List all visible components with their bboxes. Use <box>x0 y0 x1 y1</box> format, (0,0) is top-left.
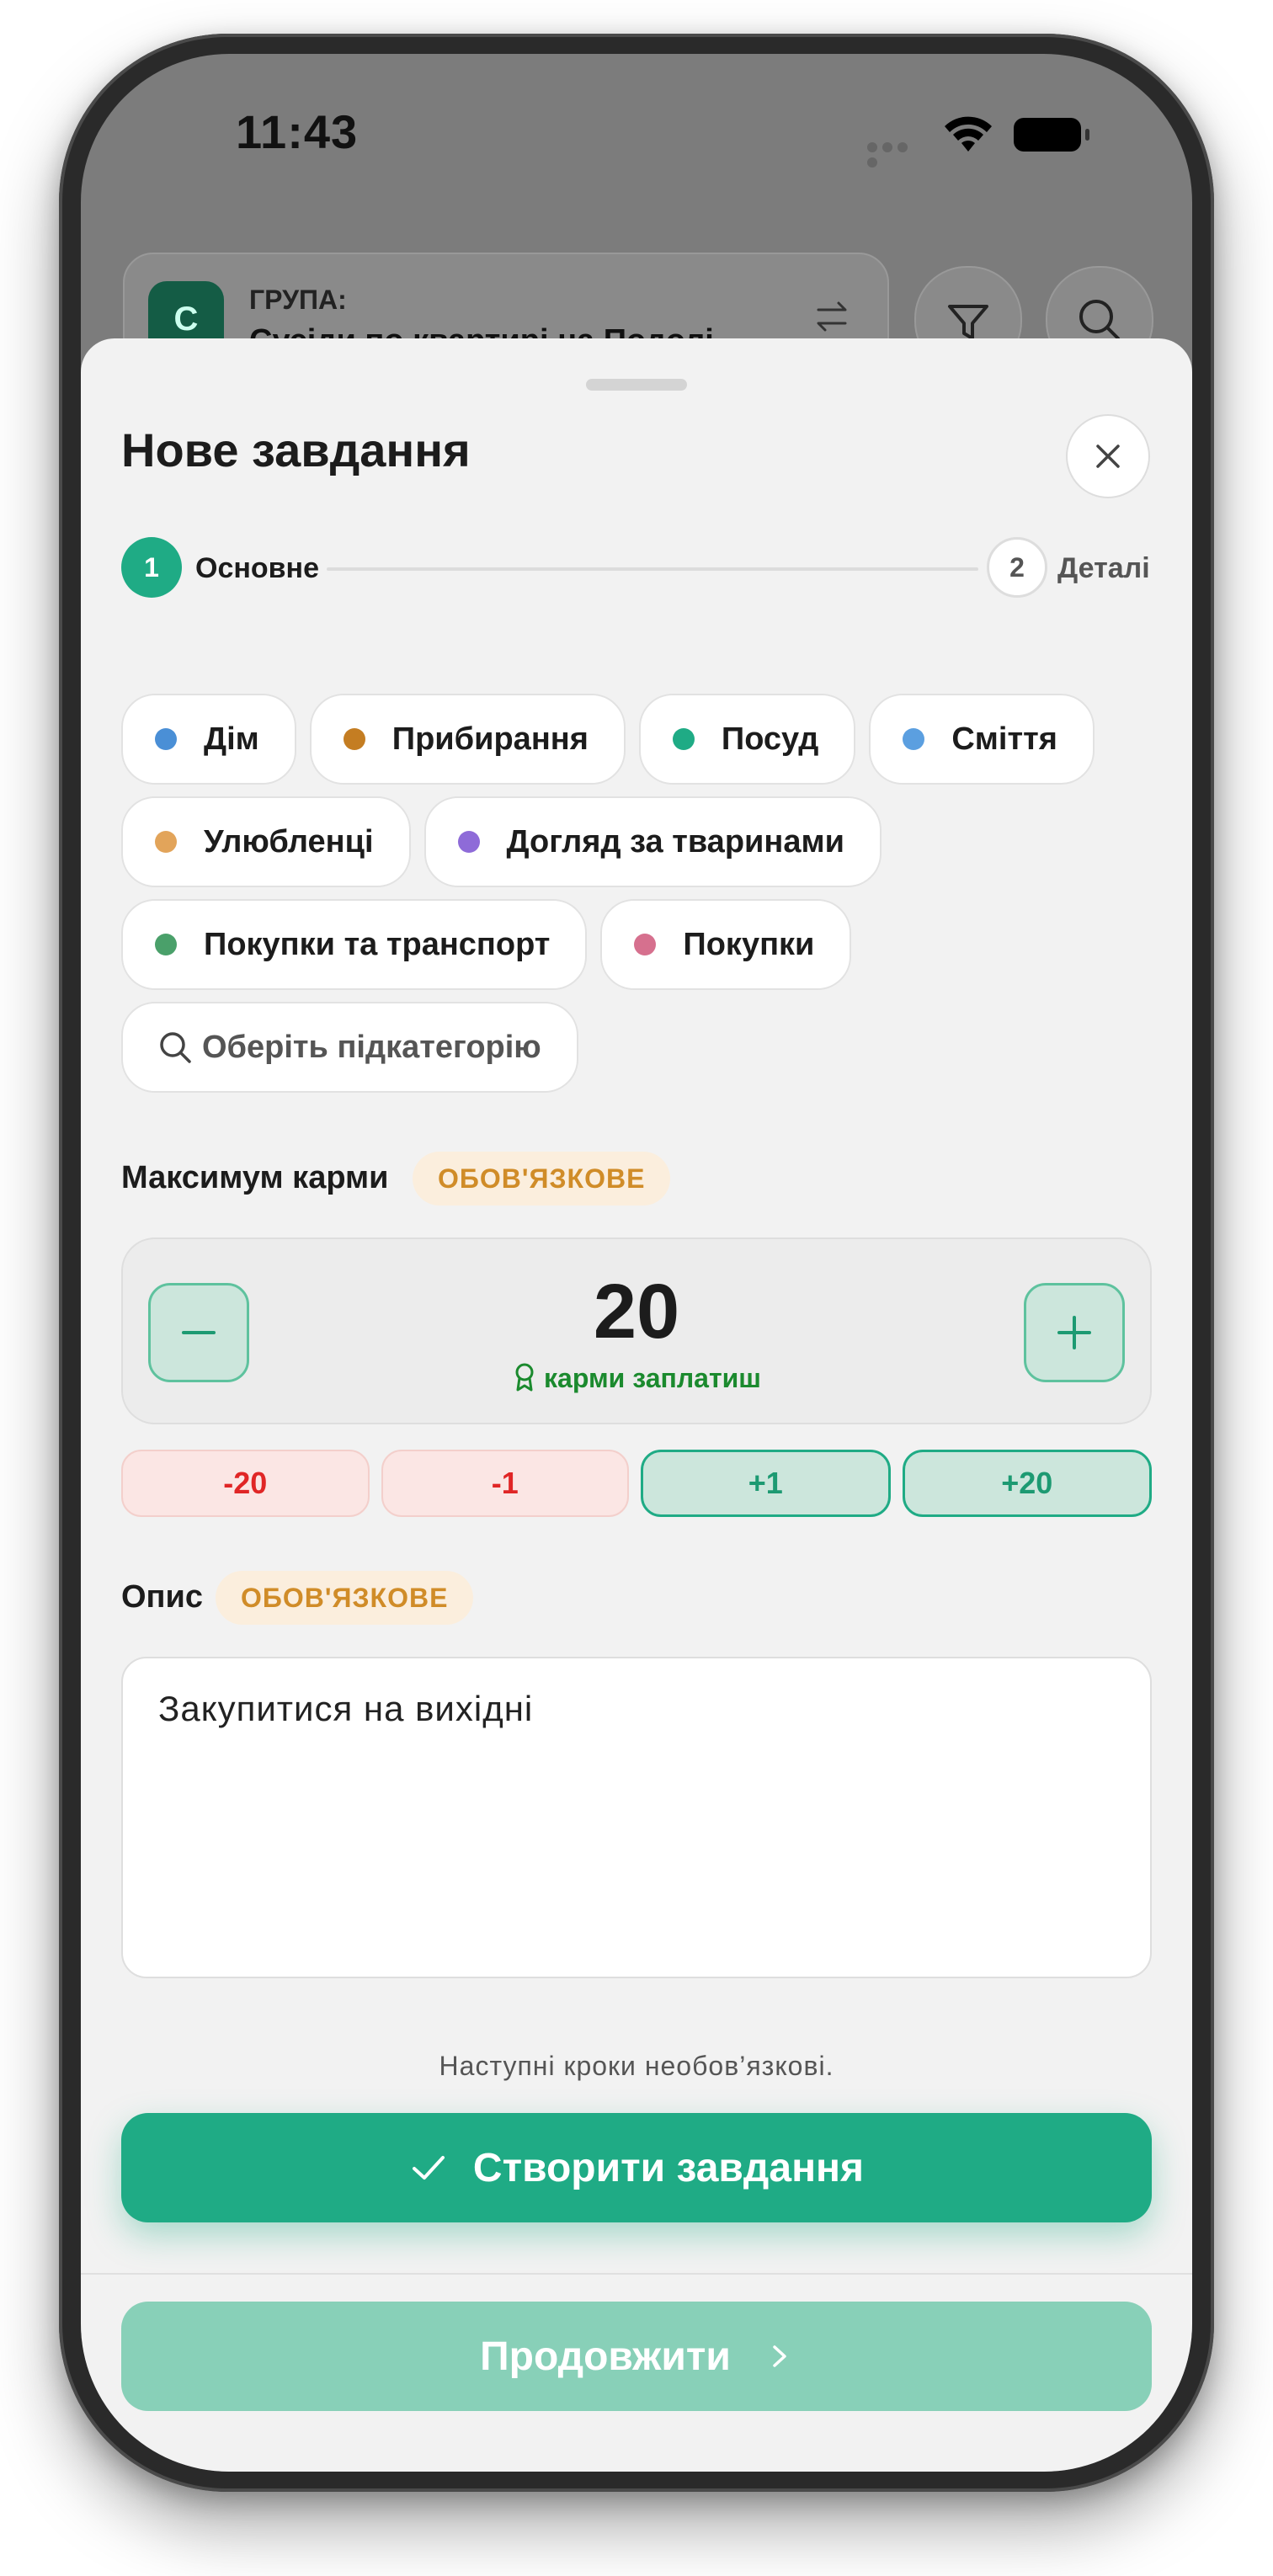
description-textarea[interactable]: Закупитися на вихідні <box>121 1657 1152 1978</box>
category-chip-pets[interactable]: Улюбленці <box>121 796 411 887</box>
close-icon <box>1096 444 1120 468</box>
category-chip-shopping-transport[interactable]: Покупки та транспорт <box>121 899 588 990</box>
category-dot <box>903 728 925 750</box>
chip-label: Посуд <box>721 721 819 757</box>
karma-label: Максимум карми <box>121 1160 389 1195</box>
chip-label: Дім <box>204 721 259 757</box>
step-2-circle[interactable]: 2 <box>987 537 1047 598</box>
karma-minus-20-button[interactable]: -20 <box>121 1450 370 1517</box>
award-icon <box>515 1363 534 1392</box>
chip-label: Покупки та транспорт <box>204 926 551 962</box>
category-dot <box>155 831 177 853</box>
category-chip-pet-care[interactable]: Догляд за тваринами <box>423 796 882 887</box>
battery-icon <box>1014 118 1089 152</box>
optional-steps-hint: Наступні кроки необов’язкові. <box>439 2051 834 2081</box>
increment-button[interactable] <box>1024 1283 1125 1382</box>
group-label: ГРУПА: <box>249 285 347 315</box>
status-time: 11:43 <box>236 105 359 158</box>
description-required-badge: ОБОВ'ЯЗКОВЕ <box>216 1571 474 1625</box>
karma-plus-1-button[interactable]: +1 <box>641 1450 891 1517</box>
karma-stepper: 20 карми заплатиш <box>121 1237 1152 1424</box>
category-dot <box>343 728 365 750</box>
step-progress-line <box>327 567 978 571</box>
karma-caption: карми заплатиш <box>123 1362 1150 1394</box>
chip-label: Прибирання <box>391 721 589 757</box>
swap-icon[interactable] <box>813 298 850 335</box>
subcategory-picker[interactable]: Оберіть підкатегорію <box>121 1002 578 1093</box>
chip-label: Сміття <box>951 721 1057 757</box>
description-label: Опис <box>121 1579 204 1615</box>
chevron-right-icon <box>773 2345 786 2367</box>
category-dot <box>457 831 480 853</box>
step-1-circle: 1 <box>121 537 182 598</box>
footer-divider <box>81 2273 1192 2275</box>
step-1-label: Основне <box>195 552 320 584</box>
sheet-grabber[interactable] <box>586 379 687 391</box>
category-dot <box>634 934 657 955</box>
cellular-icon <box>867 141 926 168</box>
category-chip-shopping[interactable]: Покупки <box>600 899 852 990</box>
karma-quick-adjust: -20 -1 +1 +20 <box>121 1450 1152 1517</box>
category-chip-home[interactable]: Дім <box>121 694 296 785</box>
app-screen: 11:43 С ГРУПА: Сусіди по квартирі на Под… <box>81 54 1192 2472</box>
karma-plus-20-button[interactable]: +20 <box>902 1450 1152 1517</box>
category-chip-cleaning[interactable]: Прибирання <box>309 694 626 785</box>
wifi-icon <box>945 116 992 152</box>
category-dot <box>155 728 177 750</box>
karma-caption-text: карми заплатиш <box>544 1363 761 1393</box>
search-icon <box>160 1032 191 1063</box>
subcategory-placeholder: Оберіть підкатегорію <box>202 1029 541 1065</box>
karma-minus-1-button[interactable]: -1 <box>381 1450 629 1517</box>
chip-label: Догляд за тваринами <box>506 823 844 860</box>
chip-label: Покупки <box>683 926 815 962</box>
continue-label: Продовжити <box>480 2334 731 2379</box>
continue-button[interactable]: Продовжити <box>121 2302 1152 2411</box>
sheet-title: Нове завдання <box>121 423 471 476</box>
category-chip-dishes[interactable]: Посуд <box>638 694 856 785</box>
step-indicator: 1 Основне 2 Деталі <box>121 537 1152 601</box>
category-chips: Дім Прибирання Посуд Сміття Улюбленці До… <box>121 694 1165 1104</box>
karma-required-badge: ОБОВ'ЯЗКОВЕ <box>413 1152 671 1206</box>
category-chip-trash[interactable]: Сміття <box>869 694 1095 785</box>
create-task-label: Створити завдання <box>472 2145 865 2190</box>
create-task-button[interactable]: Створити завдання <box>121 2113 1152 2222</box>
chip-label: Улюбленці <box>204 823 374 860</box>
karma-value: 20 <box>593 1269 680 1355</box>
plus-icon <box>1057 1316 1091 1349</box>
close-button[interactable] <box>1066 414 1150 498</box>
checkmark-icon <box>412 2156 445 2179</box>
step-2-label[interactable]: Деталі <box>1057 552 1150 585</box>
category-dot <box>672 728 695 750</box>
category-dot <box>155 934 177 955</box>
new-task-sheet: Нове завдання 1 Основне 2 Деталі Дім При… <box>81 338 1192 2472</box>
